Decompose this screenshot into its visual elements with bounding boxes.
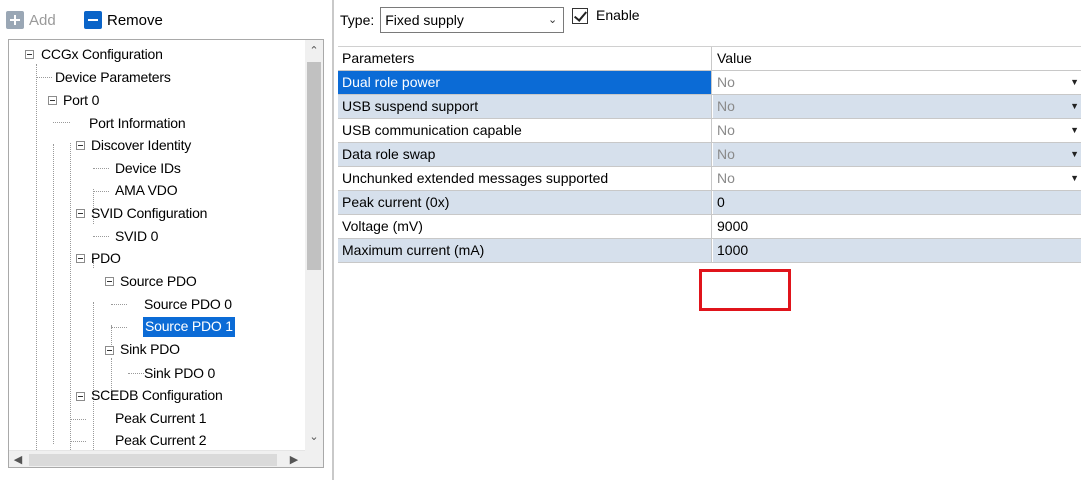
dropdown-arrow-icon[interactable]: ▼ — [1070, 143, 1079, 166]
chevron-left-icon[interactable]: ◀ — [9, 451, 27, 467]
table-row[interactable]: Voltage (mV) 9000 — [338, 215, 1081, 239]
tree-node-sink-pdo[interactable]: Sink PDO — [118, 340, 182, 360]
tree-node-port-0[interactable]: Port 0 — [61, 91, 101, 111]
dropdown-arrow-icon[interactable]: ▼ — [1070, 167, 1079, 190]
param-name[interactable]: Unchunked extended messages supported — [338, 167, 712, 190]
tree-node-discover-identity[interactable]: Discover Identity — [89, 136, 193, 156]
param-name[interactable]: USB communication capable — [338, 119, 712, 142]
remove-button-label: Remove — [107, 11, 163, 29]
collapse-icon[interactable] — [76, 392, 85, 401]
configuration-tree[interactable]: CCGx Configuration Device Parameters Por… — [8, 39, 324, 468]
param-name[interactable]: Dual role power — [338, 71, 712, 94]
table-row[interactable]: Dual role power No ▼ — [338, 71, 1081, 95]
tree-vertical-scrollbar[interactable]: ⌃ ⌄ — [305, 40, 323, 450]
enable-label[interactable]: Enable — [596, 7, 640, 23]
type-row: Type: Fixed supply ⌄ — [340, 7, 565, 33]
value-dropdown[interactable]: No ▼ — [713, 95, 1081, 118]
collapse-icon[interactable] — [105, 346, 114, 355]
type-select-value: Fixed supply — [385, 12, 464, 28]
type-select[interactable]: Fixed supply ⌄ — [380, 7, 565, 33]
remove-button[interactable]: Remove — [84, 9, 163, 31]
chevron-down-icon[interactable]: ⌄ — [305, 428, 323, 446]
tree-node-ama-vdo[interactable]: AMA VDO — [113, 181, 179, 201]
value-field[interactable]: 9000 — [713, 215, 1081, 238]
param-name[interactable]: Voltage (mV) — [338, 215, 712, 238]
tree-horizontal-scrollbar[interactable]: ◀ ▶ — [9, 450, 305, 467]
tree-node-source-pdo-1[interactable]: Source PDO 1 — [143, 317, 235, 337]
tree-node-peak-current-2[interactable]: Peak Current 2 — [113, 431, 208, 451]
param-value: No — [717, 146, 735, 162]
param-value: No — [717, 170, 735, 186]
dropdown-arrow-icon[interactable]: ▼ — [1070, 119, 1079, 142]
add-button-label: Add — [29, 11, 56, 29]
tree-node-port-information[interactable]: Port Information — [87, 114, 187, 134]
tree-node-svid-0[interactable]: SVID 0 — [113, 227, 160, 247]
param-value: No — [717, 98, 735, 114]
scrollbar-corner — [305, 450, 323, 467]
properties-panel: Type: Fixed supply ⌄ Enable Parameters V… — [334, 0, 1081, 480]
configuration-tree-panel: Add Remove CCGx Configuration Device Par… — [0, 0, 326, 480]
tree-node-sink-pdo-0[interactable]: Sink PDO 0 — [142, 364, 217, 384]
value-dropdown[interactable]: No ▼ — [713, 71, 1081, 94]
minus-icon — [84, 11, 102, 29]
chevron-right-icon[interactable]: ▶ — [285, 451, 303, 467]
type-label: Type: — [340, 12, 375, 28]
param-name[interactable]: Data role swap — [338, 143, 712, 166]
collapse-icon[interactable] — [76, 254, 85, 263]
tree-node-source-pdo-0[interactable]: Source PDO 0 — [142, 295, 234, 315]
param-value: No — [717, 74, 735, 90]
collapse-icon[interactable] — [105, 277, 114, 286]
value-dropdown[interactable]: No ▼ — [713, 167, 1081, 190]
scrollbar-thumb[interactable] — [29, 454, 277, 466]
tree-node-ccgx-configuration[interactable]: CCGx Configuration — [39, 45, 165, 65]
tree-node-pdo[interactable]: PDO — [89, 249, 123, 269]
tree-node-peak-current-1[interactable]: Peak Current 1 — [113, 409, 208, 429]
chevron-up-icon[interactable]: ⌃ — [305, 42, 323, 60]
table-row[interactable]: Data role swap No ▼ — [338, 143, 1081, 167]
param-value: No — [717, 122, 735, 138]
chevron-down-icon: ⌄ — [548, 14, 558, 26]
dropdown-arrow-icon[interactable]: ▼ — [1070, 95, 1079, 118]
scrollbar-thumb[interactable] — [307, 62, 321, 270]
parameters-grid: Parameters Value Dual role power No ▼ US… — [338, 46, 1081, 263]
add-button[interactable]: Add — [6, 9, 56, 31]
table-row[interactable]: Maximum current (mA) 1000 — [338, 239, 1081, 263]
tree-node-scedb-configuration[interactable]: SCEDB Configuration — [89, 386, 225, 406]
table-row[interactable]: USB suspend support No ▼ — [338, 95, 1081, 119]
dropdown-arrow-icon[interactable]: ▼ — [1070, 71, 1079, 94]
column-header-value[interactable]: Value — [713, 47, 1081, 70]
value-field[interactable]: 1000 — [713, 239, 1081, 262]
collapse-icon[interactable] — [76, 209, 85, 218]
value-dropdown[interactable]: No ▼ — [713, 143, 1081, 166]
table-row[interactable]: Peak current (0x) 0 — [338, 191, 1081, 215]
tree-node-source-pdo[interactable]: Source PDO — [118, 272, 199, 292]
tree-node-device-parameters[interactable]: Device Parameters — [53, 68, 173, 88]
value-field[interactable]: 0 — [713, 191, 1081, 214]
table-row[interactable]: Unchunked extended messages supported No… — [338, 167, 1081, 191]
param-name[interactable]: USB suspend support — [338, 95, 712, 118]
collapse-icon[interactable] — [48, 96, 57, 105]
collapse-icon[interactable] — [25, 50, 34, 59]
tree-node-device-ids[interactable]: Device IDs — [113, 159, 183, 179]
param-name[interactable]: Peak current (0x) — [338, 191, 712, 214]
tree-node-svid-configuration[interactable]: SVID Configuration — [89, 204, 209, 224]
tree-toolbar: Add Remove — [0, 0, 326, 38]
value-dropdown[interactable]: No ▼ — [713, 119, 1081, 142]
enable-checkbox[interactable] — [572, 8, 588, 24]
collapse-icon[interactable] — [76, 141, 85, 150]
table-row[interactable]: USB communication capable No ▼ — [338, 119, 1081, 143]
column-header-parameters[interactable]: Parameters — [338, 47, 712, 70]
highlight-annotation-box — [699, 269, 791, 311]
grid-header-row: Parameters Value — [338, 47, 1081, 71]
param-name[interactable]: Maximum current (mA) — [338, 239, 712, 262]
plus-icon — [6, 11, 24, 29]
